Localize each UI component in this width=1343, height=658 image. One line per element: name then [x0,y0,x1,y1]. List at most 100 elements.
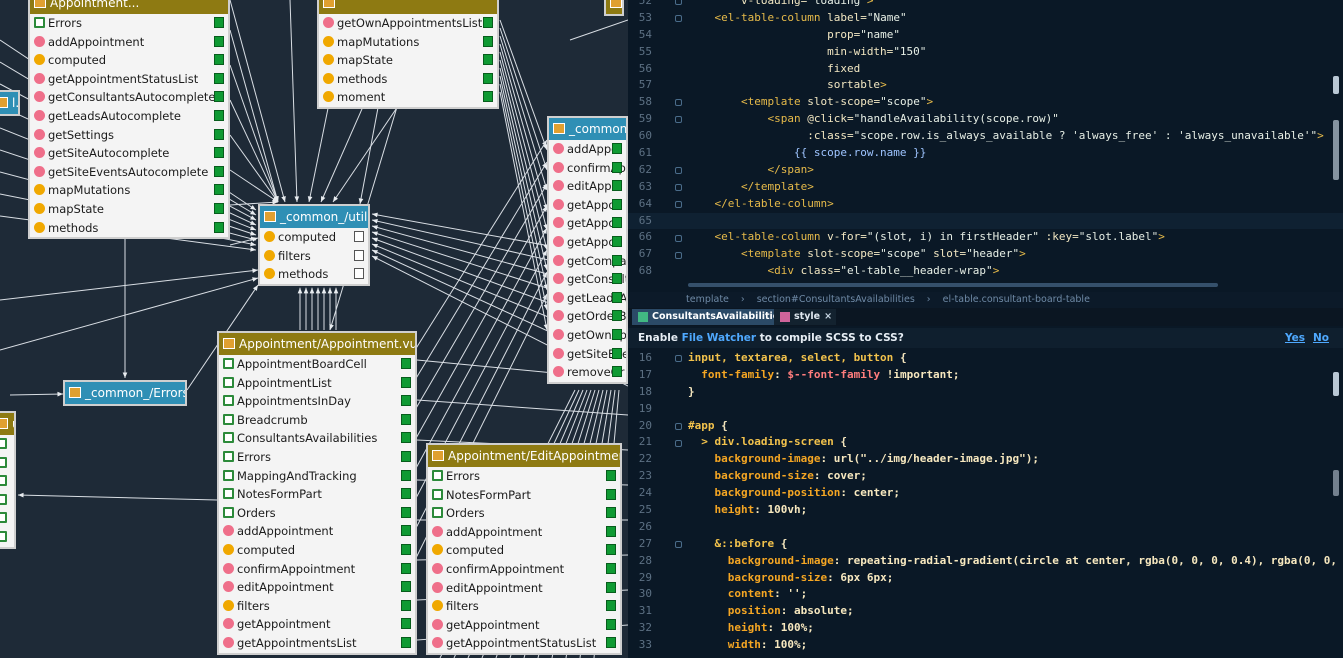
scss-style-pane[interactable]: 16 input, textarea, select, button {17 fo… [628,350,1343,658]
code-line[interactable]: 19 [628,401,1343,418]
code-line[interactable]: 21 > div.loading-screen { [628,434,1343,451]
breadcrumb-item[interactable]: el-table.consultant-board-table [943,294,1090,305]
diagram-member[interactable]: methods [260,265,368,284]
diagram-member[interactable]: NotesFormPart [428,486,620,505]
diagram-box-appt-top[interactable]: Appointment... Errors addAppointment comput… [28,0,230,240]
diagram-member[interactable]: getAppointment [219,615,415,634]
diagram-member[interactable]: Errors [30,14,228,33]
code-line[interactable]: 30 content: ''; [628,586,1343,603]
diagram-member[interactable] [0,528,14,547]
code-line[interactable]: 53 <el-table-column label="Name" [628,10,1343,27]
code-line[interactable]: 68 <div class="el-table__header-wrap"> [628,263,1343,280]
diagram-box-vue-l[interactable]: ue [0,411,16,549]
code-line[interactable]: 23 background-size: cover; [628,468,1343,485]
diagram-member[interactable]: computed [219,541,415,560]
diagram-member[interactable]: getSiteEventsAutocomplete [30,163,228,182]
fold-icon[interactable] [675,183,682,191]
diagram-member[interactable]: addAppoi [549,140,626,159]
code-line[interactable]: 32 height: 100%; [628,620,1343,637]
diagram-member[interactable]: getSiteEve [549,345,626,364]
code-line[interactable]: 33 width: 100%; [628,637,1343,654]
diagram-member[interactable]: methods [319,70,497,89]
diagram-member[interactable]: getConsultantsAutocomplete [30,88,228,107]
code-line[interactable]: 24 background-position: center; [628,485,1343,502]
code-line[interactable]: 56 fixed [628,61,1343,78]
diagram-member[interactable]: computed [30,51,228,70]
breadcrumb-item[interactable]: section#ConsultantsAvailabilities [757,294,915,305]
diagram-member[interactable]: confirmAp [549,159,626,178]
diagram-member[interactable]: getCompa [549,252,626,271]
code-line[interactable]: 54 prop="name" [628,27,1343,44]
diagram-member[interactable]: addAppointment [428,523,620,542]
code-line[interactable]: 66 <el-table-column v-for="(slot, i) in … [628,229,1343,246]
diagram-member[interactable]: getOwnAp [549,326,626,345]
diagram-member[interactable]: NotesFormPart [219,485,415,504]
fold-icon[interactable] [675,439,682,447]
diagram-member[interactable]: computed [428,541,620,560]
diagram-member[interactable]: editAppoi [549,177,626,196]
fold-icon[interactable] [675,355,682,362]
fold-icon[interactable] [675,167,682,174]
code-line[interactable]: 18} [628,384,1343,401]
diagram-member[interactable]: ConsultantsAvailabilities [219,429,415,448]
diagram-box-common-r[interactable]: _common addAppoi confirmAp editAppoi getAppo… [547,116,628,384]
code-line[interactable]: 63 </template> [628,179,1343,196]
code-line[interactable]: 60 :class="scope.row.is_always_available… [628,128,1343,145]
code-line[interactable]: 20 #app { [628,418,1343,435]
diagram-member[interactable]: getAppointmentsList [219,634,415,653]
diagram-member[interactable]: getAppoi [549,233,626,252]
file-watcher-link[interactable]: File Watcher [682,332,756,344]
code-line[interactable]: 64 </el-table-column> [628,196,1343,213]
code-editor[interactable]: 52 v-loading="loading"> 53 <el-table-colu… [628,0,1343,658]
code-line[interactable]: 61 {{ scope.row.name }} [628,145,1343,162]
diagram-member[interactable] [0,491,14,510]
diagram-member[interactable]: getAppoi [549,214,626,233]
diagram-member[interactable]: removeOr [549,363,626,382]
diagram-member[interactable]: AppointmentsInDay [219,392,415,411]
horizontal-scrollbar[interactable] [688,283,1218,287]
diagram-box-errors[interactable]: _common_/Errors.js [63,380,187,406]
diagram-member[interactable]: Errors [428,467,620,486]
diagram-member[interactable]: filters [428,597,620,616]
diagram-box-edit-vue[interactable]: Appointment/EditAppointment.vue Errors Not… [426,443,622,655]
diagram-member[interactable]: filters [260,247,368,266]
diagram-member[interactable]: AppointmentList [219,374,415,393]
code-line[interactable]: 22 background-image: url("../img/header-… [628,451,1343,468]
close-icon[interactable]: × [824,309,832,325]
diagram-member[interactable] [0,454,14,473]
diagram-member[interactable]: getOrderB [549,307,626,326]
code-line[interactable]: 26 [628,519,1343,536]
diagram-member[interactable]: getOwnAppointmentsList [319,14,497,33]
diagram-member[interactable]: mapState [30,200,228,219]
diagram-member[interactable]: moment [319,88,497,107]
diagram-member[interactable]: mapState [319,51,497,70]
code-line[interactable]: 28 background-image: repeating-radial-gr… [628,553,1343,570]
fold-icon[interactable] [675,0,682,5]
diagram-member[interactable]: Errors [219,448,415,467]
diagram-member[interactable]: getAppointmentStatusList [30,70,228,89]
diagram-member[interactable]: computed [260,228,368,247]
scss-scrollbar-thumb[interactable] [1333,372,1339,396]
code-line[interactable]: 67 <template slot-scope="scope" slot="he… [628,246,1343,263]
fold-icon[interactable] [675,14,682,22]
code-line[interactable]: 17 font-family: $--font-family !importan… [628,367,1343,384]
diagram-member[interactable]: methods [30,219,228,238]
diagram-member[interactable]: Orders [428,504,620,523]
no-link[interactable]: No [1313,328,1329,348]
diagram-member[interactable]: getAppointment [428,616,620,635]
diagram-member[interactable]: getConsult [549,270,626,289]
code-line[interactable]: 27 &::before { [628,536,1343,553]
diagram-member[interactable] [0,435,14,454]
fold-icon[interactable] [675,116,682,124]
diagram-member[interactable]: getSiteAutocomplete [30,144,228,163]
breadcrumb-item[interactable]: template [686,294,729,305]
diagram-member[interactable]: getAppoi [549,196,626,215]
diagram-member[interactable]: getLeadsA [549,289,626,308]
fold-icon[interactable] [675,99,682,107]
diagram-member[interactable]: filters [219,597,415,616]
code-line[interactable]: 62 </span> [628,162,1343,179]
code-line[interactable]: 16 input, textarea, select, button { [628,350,1343,367]
diagram-member[interactable]: getAppointmentStatusList [428,634,620,653]
fold-icon[interactable] [675,251,682,259]
fold-icon[interactable] [675,234,682,242]
